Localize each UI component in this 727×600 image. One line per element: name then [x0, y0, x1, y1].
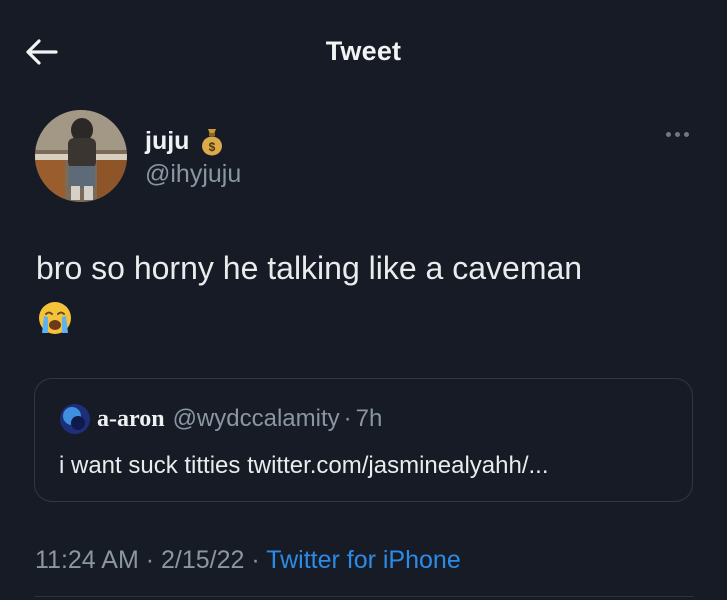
- more-options-button[interactable]: [659, 124, 695, 144]
- display-name-row: juju $: [145, 126, 223, 156]
- tweet-meta: 11:24 AM · 2/15/22 · Twitter for iPhone: [35, 546, 461, 575]
- quoted-display-name: a-aron: [97, 405, 165, 432]
- divider: [35, 596, 694, 597]
- svg-text:$: $: [209, 140, 216, 154]
- quoted-tweet[interactable]: a-aron @wydccalamity · 7h i want suck ti…: [34, 378, 693, 502]
- avatar-image: [35, 110, 127, 202]
- meta-separator: ·: [244, 546, 267, 574]
- tweet-source-link[interactable]: Twitter for iPhone: [266, 546, 461, 574]
- author-handle[interactable]: @ihyjuju: [145, 160, 241, 189]
- more-horizontal-icon: [665, 131, 671, 137]
- quoted-avatar: [60, 404, 90, 434]
- tweet-text: bro so horny he talking like a caveman: [36, 250, 583, 286]
- tweet-author: juju $ @ihyjuju: [35, 110, 695, 210]
- display-name[interactable]: juju: [145, 127, 189, 156]
- money-bag-icon: $: [201, 126, 223, 156]
- quoted-timestamp: 7h: [355, 405, 383, 432]
- tweet-date: 2/15/22: [161, 546, 245, 574]
- avatar[interactable]: [35, 110, 127, 202]
- quoted-separator: ·: [343, 405, 352, 432]
- quoted-handle: @wydccalamity: [172, 405, 340, 432]
- tweet-time: 11:24 AM: [35, 546, 139, 574]
- meta-separator: ·: [138, 546, 161, 574]
- page-title: Tweet: [325, 36, 402, 66]
- quoted-tweet-text: i want suck titties twitter.com/jasminea…: [59, 452, 549, 479]
- quoted-tweet-header: a-aron @wydccalamity · 7h: [60, 404, 382, 434]
- top-bar: Tweet: [0, 0, 727, 100]
- loudly-crying-face-icon: [37, 300, 73, 336]
